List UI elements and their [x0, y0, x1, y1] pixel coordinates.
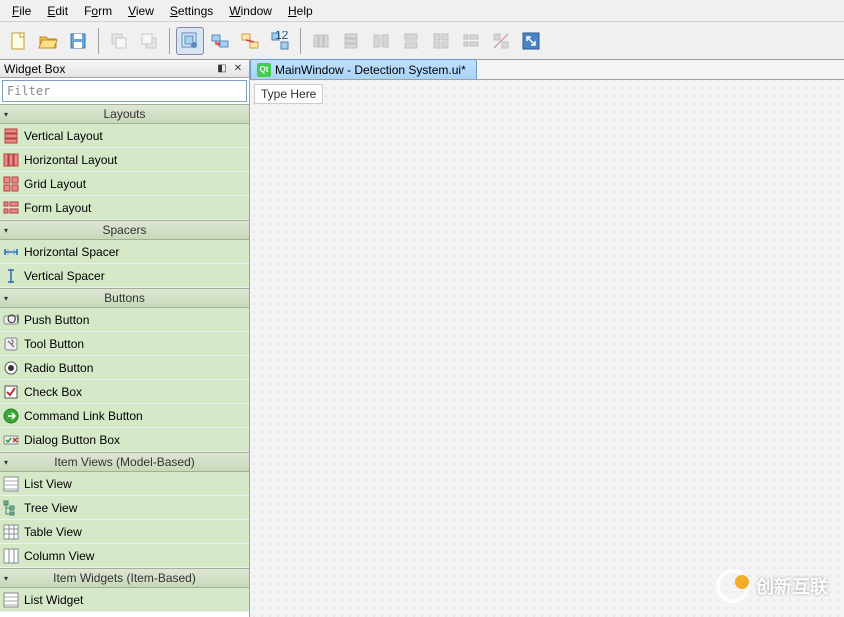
save-button[interactable]	[64, 27, 92, 55]
svg-text:OK: OK	[7, 312, 19, 326]
vertical-spacer-icon	[2, 267, 20, 285]
command-link-icon	[2, 407, 20, 425]
list-widget-icon	[2, 591, 20, 609]
widget-push-button[interactable]: OKPush Button	[0, 308, 249, 332]
vertical-layout-icon	[2, 127, 20, 145]
edit-signals-button[interactable]	[206, 27, 234, 55]
push-button-icon: OK	[2, 311, 20, 329]
chevron-down-icon: ▾	[4, 226, 8, 235]
category-buttons[interactable]: ▾Buttons	[0, 288, 249, 308]
canvas-tabbar: Qt MainWindow - Detection System.ui*	[250, 60, 844, 80]
widget-tool-button[interactable]: Tool Button	[0, 332, 249, 356]
widget-box-panel: Widget Box ◧ ✕ Filter ▾Layouts Vertical …	[0, 60, 250, 617]
toolbar-separator	[98, 28, 99, 54]
watermark: 创新互联	[716, 569, 828, 603]
layout-vert-splitter-button[interactable]	[397, 27, 425, 55]
radio-button-icon	[2, 359, 20, 377]
panel-float-button[interactable]: ◧	[215, 62, 229, 76]
menu-file[interactable]: FFileile	[4, 2, 39, 20]
canvas-tab[interactable]: Qt MainWindow - Detection System.ui*	[250, 59, 477, 79]
layout-horizontal-button[interactable]	[307, 27, 335, 55]
watermark-text: 创新互联	[756, 573, 828, 599]
list-view-icon	[2, 475, 20, 493]
layout-vertical-button[interactable]	[337, 27, 365, 55]
watermark-icon	[716, 569, 750, 603]
chevron-down-icon: ▾	[4, 294, 8, 303]
widget-horizontal-layout[interactable]: Horizontal Layout	[0, 148, 249, 172]
category-item-views[interactable]: ▾Item Views (Model-Based)	[0, 452, 249, 472]
dialog-button-box-icon	[2, 431, 20, 449]
menu-view[interactable]: ViewView	[120, 2, 162, 20]
toolbar-separator	[169, 28, 170, 54]
horizontal-layout-icon	[2, 151, 20, 169]
panel-close-button[interactable]: ✕	[231, 62, 245, 76]
layout-horiz-splitter-button[interactable]	[367, 27, 395, 55]
widget-column-view[interactable]: Column View	[0, 544, 249, 568]
horizontal-spacer-icon	[2, 243, 20, 261]
main-split: Widget Box ◧ ✕ Filter ▾Layouts Vertical …	[0, 60, 844, 617]
design-canvas[interactable]: Type Here	[250, 80, 844, 617]
widget-table-view[interactable]: Table View	[0, 520, 249, 544]
bring-to-front-button[interactable]	[135, 27, 163, 55]
table-view-icon	[2, 523, 20, 541]
canvas-tab-title: MainWindow - Detection System.ui*	[275, 63, 466, 77]
column-view-icon	[2, 547, 20, 565]
toolbar: 12	[0, 22, 844, 60]
widget-box-title: Widget Box	[4, 62, 213, 76]
menu-window[interactable]: WindowWindow	[221, 2, 280, 20]
layout-grid-button[interactable]	[427, 27, 455, 55]
widget-horizontal-spacer[interactable]: Horizontal Spacer	[0, 240, 249, 264]
widget-box-titlebar: Widget Box ◧ ✕	[0, 60, 249, 78]
widget-grid-layout[interactable]: Grid Layout	[0, 172, 249, 196]
widget-vertical-layout[interactable]: Vertical Layout	[0, 124, 249, 148]
new-file-button[interactable]	[4, 27, 32, 55]
layout-form-button[interactable]	[457, 27, 485, 55]
category-spacers[interactable]: ▾Spacers	[0, 220, 249, 240]
chevron-down-icon: ▾	[4, 110, 8, 119]
chevron-down-icon: ▾	[4, 574, 8, 583]
toolbar-separator	[300, 28, 301, 54]
menubar-placeholder[interactable]: Type Here	[254, 84, 323, 104]
menu-form[interactable]: FormForm	[76, 2, 120, 20]
widget-check-box[interactable]: Check Box	[0, 380, 249, 404]
category-item-widgets[interactable]: ▾Item Widgets (Item-Based)	[0, 568, 249, 588]
check-box-icon	[2, 383, 20, 401]
menu-help[interactable]: HelpHelp	[280, 2, 321, 20]
widget-tree-view[interactable]: Tree View	[0, 496, 249, 520]
tree-view-icon	[2, 499, 20, 517]
menu-settings[interactable]: SettingsSettings	[162, 2, 221, 20]
edit-tab-order-button[interactable]: 12	[266, 27, 294, 55]
break-layout-button[interactable]	[487, 27, 515, 55]
svg-text:12: 12	[275, 31, 289, 42]
edit-widgets-button[interactable]	[176, 27, 204, 55]
widget-command-link-button[interactable]: Command Link Button	[0, 404, 249, 428]
form-layout-icon	[2, 199, 20, 217]
category-layouts[interactable]: ▾Layouts	[0, 104, 249, 124]
chevron-down-icon: ▾	[4, 458, 8, 467]
canvas-area: Qt MainWindow - Detection System.ui* Typ…	[250, 60, 844, 617]
widget-list-widget[interactable]: List Widget	[0, 588, 249, 612]
widget-dialog-button-box[interactable]: Dialog Button Box	[0, 428, 249, 452]
send-to-back-button[interactable]	[105, 27, 133, 55]
edit-buddies-button[interactable]	[236, 27, 264, 55]
widget-vertical-spacer[interactable]: Vertical Spacer	[0, 264, 249, 288]
widget-form-layout[interactable]: Form Layout	[0, 196, 249, 220]
open-file-button[interactable]	[34, 27, 62, 55]
grid-layout-icon	[2, 175, 20, 193]
menu-edit[interactable]: EditEdit	[39, 2, 76, 20]
widget-tree[interactable]: ▾Layouts Vertical Layout Horizontal Layo…	[0, 104, 249, 617]
filter-input[interactable]: Filter	[2, 80, 247, 102]
qt-icon: Qt	[257, 63, 271, 77]
widget-list-view[interactable]: List View	[0, 472, 249, 496]
menu-bar: FFileile EditEdit FormForm ViewView Sett…	[0, 0, 844, 22]
tool-button-icon	[2, 335, 20, 353]
widget-radio-button[interactable]: Radio Button	[0, 356, 249, 380]
adjust-size-button[interactable]	[517, 27, 545, 55]
